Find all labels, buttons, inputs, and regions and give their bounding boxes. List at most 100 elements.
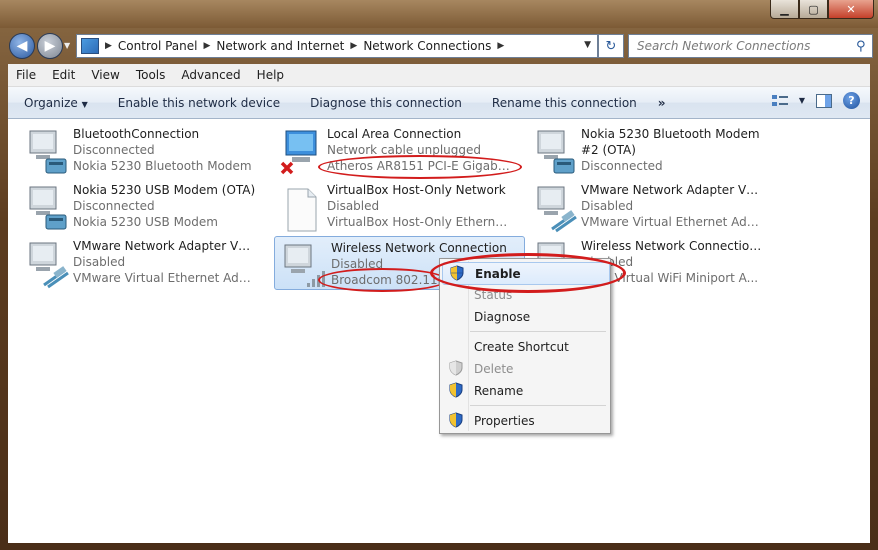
connection-text: BluetoothConnection Disconnected Nokia 5… (73, 126, 258, 174)
diagnose-connection-button[interactable]: Diagnose this connection (295, 96, 477, 110)
title-bar[interactable]: ▁ ▢ ✕ (0, 0, 878, 28)
connection-text: VMware Network Adapter VMnet1 Disabled V… (581, 182, 766, 230)
menu-diagnose[interactable]: Diagnose (442, 306, 608, 327)
connection-name: VirtualBox Host-Only Network (327, 183, 506, 197)
menu-properties[interactable]: Properties (442, 410, 608, 431)
search-icon[interactable]: ⚲ (856, 39, 872, 54)
connection-name: Wireless Network Connection (331, 241, 507, 255)
menu-rename-label: Rename (474, 383, 524, 398)
menu-advanced[interactable]: Advanced (173, 68, 248, 82)
breadcrumb-separator-icon[interactable]: ▶ (350, 41, 357, 51)
address-bar[interactable]: ▶ Control Panel ▶ Network and Internet ▶… (76, 34, 598, 58)
forward-button[interactable]: ▶ (37, 33, 63, 59)
preview-pane-button[interactable] (815, 93, 833, 109)
address-row: ◀ ▶ ▼ ▶ Control Panel ▶ Network and Inte… (0, 30, 878, 62)
modem-icon (29, 186, 67, 230)
window-controls: ▁ ▢ ✕ (770, 0, 874, 20)
connection-name: Wireless Network Connection 2 (581, 239, 766, 253)
menu-rename[interactable]: Rename (442, 380, 608, 401)
view-options-dropdown-icon[interactable]: ▼ (799, 96, 805, 105)
menu-diagnose-label: Diagnose (474, 309, 531, 324)
connection-device: VirtualBox Host-Only Ethernet Ad... (327, 215, 512, 229)
menu-create-shortcut-label: Create Shortcut (474, 339, 569, 354)
menu-delete-label: Delete (474, 361, 514, 376)
preview-pane-icon (816, 93, 832, 108)
view-controls: ▼ ? (771, 92, 860, 109)
connection-status: Disconnected (581, 159, 663, 173)
connection-device: Nokia 5230 USB Modem (73, 215, 218, 229)
back-button[interactable]: ◀ (9, 33, 35, 59)
connection-name: VMware Network Adapter VMnet8 (73, 239, 258, 253)
maximize-button[interactable]: ▢ (799, 0, 828, 19)
connection-text: Nokia 5230 Bluetooth Modem #2 (OTA) Disc… (581, 126, 766, 174)
menu-status-label: Status (474, 287, 513, 302)
menu-delete[interactable]: Delete (442, 358, 608, 379)
uac-shield-icon (450, 265, 464, 281)
menu-view[interactable]: View (83, 68, 127, 82)
close-button[interactable]: ✕ (828, 0, 874, 19)
connection-item-bluetooth[interactable]: BluetoothConnection Disconnected Nokia 5… (12, 123, 262, 175)
help-icon[interactable]: ? (843, 92, 860, 109)
recent-pages-dropdown[interactable]: ▼ (64, 41, 70, 50)
more-commands-button[interactable]: » (652, 96, 672, 110)
connection-text: Local Area Connection Network cable unpl… (327, 126, 512, 174)
menu-separator (470, 331, 606, 332)
breadcrumb-separator-icon[interactable]: ▶ (204, 41, 211, 51)
breadcrumb-control-panel[interactable]: Control Panel (118, 39, 198, 53)
connection-name: Nokia 5230 Bluetooth Modem #2 (OTA) (581, 127, 760, 157)
chevron-down-icon: ▼ (81, 99, 88, 109)
menu-create-shortcut[interactable]: Create Shortcut (442, 336, 608, 357)
context-menu: Enable Status Diagnose Create Shortcut D… (439, 258, 611, 434)
menu-file[interactable]: File (8, 68, 44, 82)
refresh-icon: ↻ (605, 38, 617, 54)
connection-item-nokia-usb-modem[interactable]: Nokia 5230 USB Modem (OTA) Disconnected … (12, 179, 262, 231)
minimize-button[interactable]: ▁ (770, 0, 799, 19)
connection-device: Nokia 5230 Bluetooth Modem (73, 159, 252, 173)
menu-separator (470, 405, 606, 406)
breadcrumb-network-connections[interactable]: Network Connections (363, 39, 491, 53)
address-dropdown-icon[interactable]: ▼ (584, 40, 591, 50)
connection-item-vmnet8[interactable]: VMware Network Adapter VMnet8 Disabled V… (12, 235, 262, 289)
refresh-button[interactable]: ↻ (598, 34, 624, 58)
search-box[interactable]: ⚲ (628, 34, 873, 58)
enable-device-button[interactable]: Enable this network device (103, 96, 295, 110)
menu-status[interactable]: Status (442, 284, 608, 305)
connection-status: Disabled (581, 199, 634, 213)
connection-name: Local Area Connection (327, 127, 462, 141)
connection-status: Disconnected (73, 199, 155, 213)
connection-text: VirtualBox Host-Only Network Disabled Vi… (327, 182, 512, 230)
connection-item-vmnet1[interactable]: VMware Network Adapter VMnet1 Disabled V… (520, 179, 770, 233)
connection-status: Disabled (327, 199, 380, 213)
breadcrumb-separator-icon[interactable]: ▶ (105, 41, 112, 51)
lan-unplugged-icon (280, 130, 317, 175)
menu-edit[interactable]: Edit (44, 68, 83, 82)
connection-text: VMware Network Adapter VMnet8 Disabled V… (73, 238, 258, 286)
connection-item-virtualbox[interactable]: VirtualBox Host-Only Network Disabled Vi… (266, 179, 516, 232)
connection-item-local-area[interactable]: Local Area Connection Network cable unpl… (266, 123, 516, 175)
menu-enable-label: Enable (475, 266, 521, 281)
connection-text: Nokia 5230 USB Modem (OTA) Disconnected … (73, 182, 258, 230)
uac-shield-icon (449, 382, 463, 398)
menu-help[interactable]: Help (249, 68, 292, 82)
uac-shield-disabled-icon (449, 360, 463, 376)
breadcrumb-network-and-internet[interactable]: Network and Internet (216, 39, 344, 53)
rename-connection-button[interactable]: Rename this connection (477, 96, 652, 110)
organize-button[interactable]: Organize ▼ (8, 96, 103, 110)
modem-icon (29, 130, 67, 174)
change-view-button[interactable] (771, 93, 789, 109)
connection-name: BluetoothConnection (73, 127, 200, 141)
blank-document-icon (287, 188, 317, 232)
connection-status: Disconnected (73, 143, 155, 157)
breadcrumb-separator-icon[interactable]: ▶ (497, 41, 504, 51)
connection-item-nokia-bluetooth-modem-2[interactable]: Nokia 5230 Bluetooth Modem #2 (OTA) Disc… (520, 123, 770, 175)
organize-label: Organize (24, 95, 78, 110)
menu-properties-label: Properties (474, 413, 535, 428)
network-adapter-disabled-icon (29, 242, 69, 289)
connection-device: VMware Virtual Ethernet Adapter ... (73, 271, 258, 285)
search-input[interactable] (635, 38, 856, 54)
uac-shield-icon (449, 412, 463, 428)
modem-icon (537, 130, 575, 174)
menu-bar: File Edit View Tools Advanced Help (8, 64, 870, 87)
menu-enable[interactable]: Enable (442, 262, 610, 285)
menu-tools[interactable]: Tools (128, 68, 174, 82)
